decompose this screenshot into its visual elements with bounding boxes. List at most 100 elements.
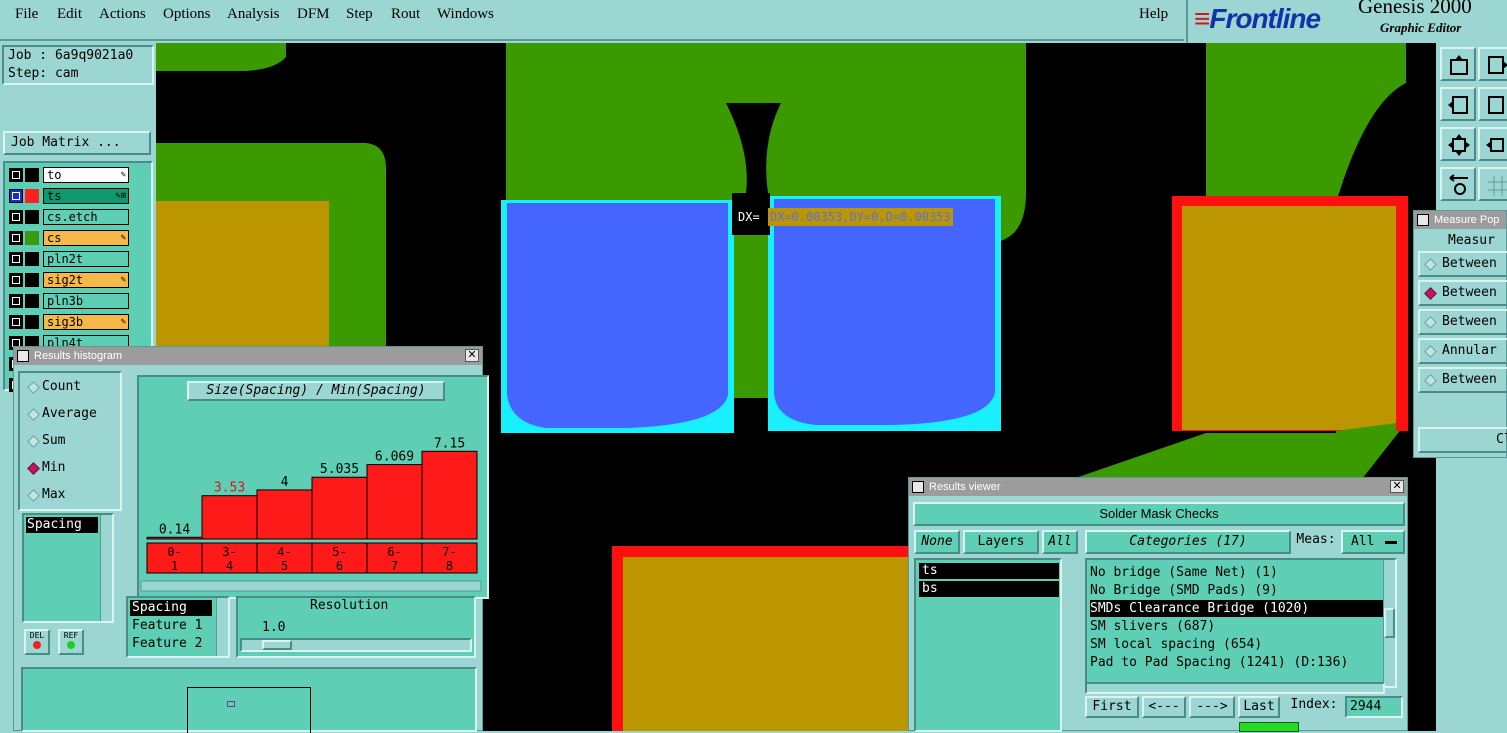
window-menu-icon[interactable] [1417,214,1429,226]
layers-button[interactable]: Layers [963,530,1039,554]
categories-button[interactable]: Categories (17) [1085,530,1291,554]
layer-checkbox[interactable] [9,210,23,224]
layer-checkbox[interactable] [9,273,23,287]
category-item[interactable]: No Bridge (SMD Pads) (9) [1090,582,1384,599]
feature-item-1[interactable]: Feature 1 [132,618,202,634]
histogram-bar[interactable] [146,536,203,540]
last-button[interactable]: Last [1238,696,1280,718]
prev-button[interactable]: <--- [1142,696,1186,718]
histogram-bar[interactable] [421,450,478,540]
layer-checkbox[interactable] [9,168,23,182]
menu-options[interactable]: Options [163,6,211,23]
option-average[interactable]: Average [42,406,97,421]
result-layer-bs[interactable]: bs [919,581,1059,597]
layer-name[interactable]: ts ✎⊞ [43,188,129,204]
resolution-slider-handle[interactable] [262,640,292,650]
category-scroll-thumb[interactable] [1384,608,1395,638]
layer-name[interactable]: sig3b ✎ [43,314,129,330]
category-item[interactable]: SM slivers (687) [1090,618,1384,635]
layer-row-sig2t[interactable]: sig2t ✎ [9,272,129,288]
category-tick-label: 4- [277,545,291,559]
all-button[interactable]: All [1042,530,1078,554]
layer-row-sig3b[interactable]: sig3b ✎ [9,314,129,330]
measure-option-5[interactable]: Between [1418,367,1507,393]
ref-button[interactable]: REF [58,629,84,655]
window-menu-icon[interactable] [17,350,29,362]
menu-step[interactable]: Step [346,6,373,23]
option-min[interactable]: Min [42,460,65,475]
histogram-bar[interactable] [256,489,313,540]
menu-edit[interactable]: Edit [57,6,82,23]
menu-actions[interactable]: Actions [99,6,146,23]
menu-windows[interactable]: Windows [437,6,494,23]
tool-pan-right-2-button[interactable] [1478,87,1507,121]
first-button[interactable]: First [1085,696,1139,718]
menu-rout[interactable]: Rout [391,6,420,23]
feature-item-2[interactable]: Feature 2 [132,636,202,652]
layer-name[interactable]: cs.etch [43,209,129,225]
layer-row-pln3b[interactable]: pln3b [9,293,129,309]
close-icon[interactable]: ✕ [1390,480,1404,493]
job-matrix-button[interactable]: Job Matrix ... [3,131,151,155]
close-icon[interactable]: ✕ [465,349,479,362]
next-button[interactable]: ---> [1189,696,1235,718]
blue-pad-right [774,199,995,425]
feature-item-spacing[interactable]: Spacing [130,600,212,616]
feature-scrollbar[interactable] [216,598,228,656]
menu-help[interactable]: Help [1139,6,1168,23]
layer-row-cs[interactable]: cs ✎ [9,230,129,246]
meas-dropdown[interactable]: All [1341,530,1405,554]
tool-measure-button[interactable] [1440,167,1476,201]
layer-checkbox[interactable] [9,231,23,245]
histogram-bar[interactable] [201,495,258,540]
category-item[interactable]: No bridge (Same Net) (1) [1090,564,1384,581]
layer-name[interactable]: pln3b [43,293,129,309]
result-layer-ts[interactable]: ts [919,563,1059,579]
del-button[interactable]: DEL [24,629,50,655]
histogram-bar[interactable] [366,464,423,540]
layer-name[interactable]: pln2t [43,251,129,267]
measure-option-3[interactable]: Between [1418,309,1507,335]
index-input[interactable]: 2944 [1345,696,1403,718]
menu-analysis[interactable]: Analysis [227,6,280,23]
category-item-selected[interactable]: SMDs Clearance Bridge (1020) [1090,600,1384,617]
tool-fit-button[interactable] [1440,127,1476,161]
layer-name[interactable]: sig2t ✎ [43,272,129,288]
measure-option-2[interactable]: Between [1418,280,1507,306]
tool-grid-button[interactable] [1478,167,1507,201]
measure-option-1[interactable]: Between [1418,251,1507,277]
tool-pan-right-button[interactable] [1478,47,1507,81]
category-item[interactable]: Pad to Pad Spacing (1241) (D:136) [1090,654,1384,671]
category-item[interactable]: SM local spacing (654) [1090,636,1384,653]
category-hscrollbar[interactable] [1085,682,1385,694]
spacing-item[interactable]: Spacing [26,517,98,533]
spacing-scrollbar[interactable] [100,515,112,621]
resolution-slider[interactable] [240,638,472,652]
tool-zoom-in-button[interactable] [1478,127,1507,161]
layer-checkbox[interactable] [9,315,23,329]
window-menu-icon[interactable] [912,481,924,493]
layer-row-pln2t[interactable]: pln2t [9,251,129,267]
layer-checkbox[interactable] [9,294,23,308]
tool-pan-left-button[interactable] [1440,87,1476,121]
layer-row-cs-etch[interactable]: cs.etch [9,209,129,225]
layer-checkbox[interactable] [9,252,23,266]
menu-file[interactable]: File [15,6,38,23]
measure-close-button[interactable]: Clo [1418,427,1507,453]
layer-checkbox[interactable] [9,189,23,203]
option-count[interactable]: Count [42,379,81,394]
layer-name[interactable]: cs ✎ [43,230,129,246]
measure-option-4[interactable]: Annular [1418,338,1507,364]
option-max[interactable]: Max [42,487,65,502]
layer-row-ts[interactable]: ts ✎⊞ [9,188,129,204]
histogram-scrollbar[interactable] [140,580,482,592]
category-scrollbar[interactable] [1383,560,1395,686]
none-button[interactable]: None [914,530,960,554]
layer-name[interactable]: to ✎ [43,167,129,183]
layer-row-to[interactable]: to ✎ [9,167,129,183]
histogram-minimap[interactable] [21,667,477,733]
menu-dfm[interactable]: DFM [297,6,330,23]
tool-pan-up-button[interactable] [1440,47,1476,81]
histogram-bar[interactable] [311,476,368,540]
option-sum[interactable]: Sum [42,433,65,448]
